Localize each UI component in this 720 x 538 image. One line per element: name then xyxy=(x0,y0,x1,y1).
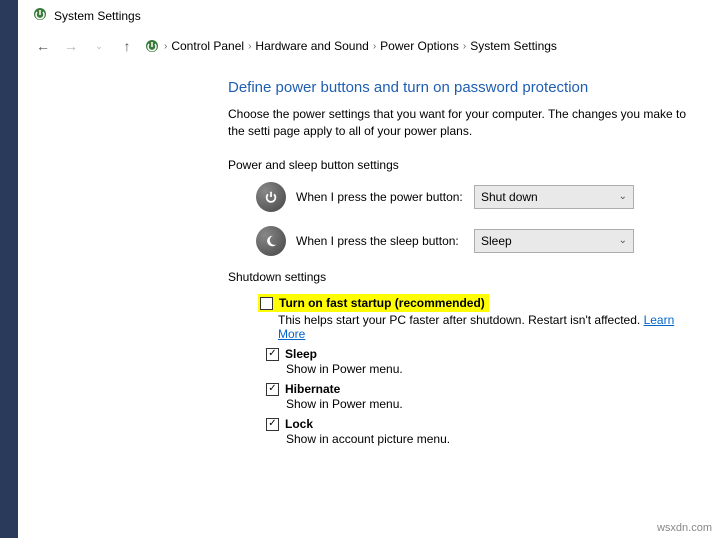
hibernate-desc: Show in Power menu. xyxy=(286,397,700,411)
dropdown-value: Shut down xyxy=(481,190,538,204)
chevron-right-icon: › xyxy=(164,41,167,52)
breadcrumb-item[interactable]: Hardware and Sound xyxy=(255,39,368,53)
hibernate-checkbox[interactable] xyxy=(266,383,279,396)
power-options-icon xyxy=(32,6,48,25)
chevron-right-icon: › xyxy=(373,41,376,52)
recent-dropdown[interactable]: ⌄ xyxy=(88,35,110,57)
section-shutdown-label: Shutdown settings xyxy=(228,270,700,284)
sleep-label: Sleep xyxy=(285,347,317,361)
breadcrumb-item[interactable]: Power Options xyxy=(380,39,459,53)
power-button-row: When I press the power button: Shut down… xyxy=(256,182,700,212)
power-button-label: When I press the power button: xyxy=(296,190,464,204)
back-button[interactable]: ← xyxy=(32,35,54,57)
chevron-down-icon: ⌄ xyxy=(619,191,627,202)
power-options-icon xyxy=(144,38,160,54)
section-power-sleep-label: Power and sleep button settings xyxy=(228,158,700,172)
fast-startup-checkbox[interactable] xyxy=(260,297,273,310)
lock-checkbox[interactable] xyxy=(266,418,279,431)
sleep-desc: Show in Power menu. xyxy=(286,362,700,376)
breadcrumb-item[interactable]: System Settings xyxy=(470,39,557,53)
breadcrumb[interactable]: › Control Panel › Hardware and Sound › P… xyxy=(144,38,557,54)
sleep-row: Sleep xyxy=(266,347,700,361)
hibernate-label: Hibernate xyxy=(285,382,340,396)
sleep-button-row: When I press the sleep button: Sleep ⌄ xyxy=(256,226,700,256)
watermark: wsxdn.com xyxy=(657,522,712,534)
lock-label: Lock xyxy=(285,417,313,431)
up-button[interactable]: ↑ xyxy=(116,35,138,57)
fast-startup-row: Turn on fast startup (recommended) xyxy=(258,294,700,312)
lock-desc: Show in account picture menu. xyxy=(286,432,700,446)
breadcrumb-item[interactable]: Control Panel xyxy=(171,39,244,53)
dropdown-value: Sleep xyxy=(481,234,512,248)
fast-startup-desc: This helps start your PC faster after sh… xyxy=(278,313,700,341)
chevron-right-icon: › xyxy=(248,41,251,52)
chevron-right-icon: › xyxy=(463,41,466,52)
sleep-button-label: When I press the sleep button: xyxy=(296,234,464,248)
power-icon xyxy=(256,182,286,212)
forward-button: → xyxy=(60,35,82,57)
lock-row: Lock xyxy=(266,417,700,431)
chevron-down-icon: ⌄ xyxy=(619,235,627,246)
moon-icon xyxy=(256,226,286,256)
navbar: ← → ⌄ ↑ › Control Panel › Hardware and S… xyxy=(18,27,720,67)
desktop-sliver xyxy=(0,0,18,538)
power-button-dropdown[interactable]: Shut down ⌄ xyxy=(474,185,634,209)
sleep-button-dropdown[interactable]: Sleep ⌄ xyxy=(474,229,634,253)
page-description: Choose the power settings that you want … xyxy=(228,106,700,140)
fast-startup-label: Turn on fast startup (recommended) xyxy=(279,296,485,310)
hibernate-row: Hibernate xyxy=(266,382,700,396)
sleep-checkbox[interactable] xyxy=(266,348,279,361)
page-title: Define power buttons and turn on passwor… xyxy=(228,79,700,96)
window-title: System Settings xyxy=(54,9,141,23)
titlebar: System Settings xyxy=(18,0,720,27)
